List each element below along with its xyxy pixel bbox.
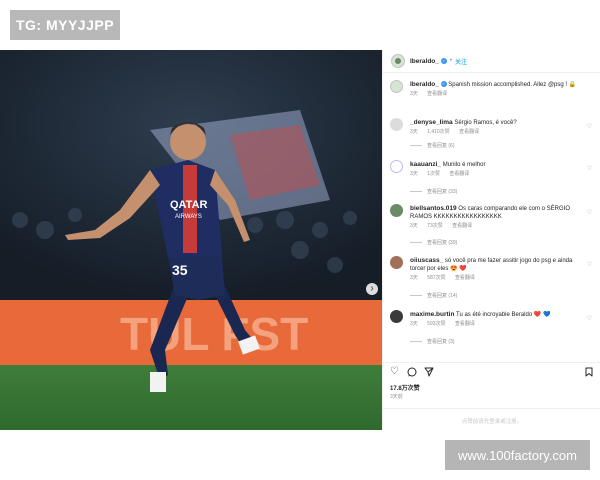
comment-time: 3天 [410,171,418,177]
post-date: 3天前 [390,394,403,400]
watermark-top: TG: MYYJJPP [10,10,120,40]
view-replies-link[interactable]: 查看回复 (6) [410,142,455,149]
comment-likes[interactable]: 593次赞 [427,321,445,327]
caption-time: 3天 [410,91,418,97]
post-actions-bar: ♡ [383,362,600,378]
watermark-bottom: www.100factory.com [445,440,590,470]
comment-text: Munilo é melhor [442,162,486,168]
translate-link[interactable]: 查看翻译 [427,91,447,97]
translate-link[interactable]: 查看翻译 [455,275,475,281]
comment-likes[interactable]: 1,410次赞 [427,129,450,135]
avatar[interactable] [390,80,403,93]
translate-link[interactable]: 查看翻译 [455,321,475,327]
comment-time: 3天 [410,321,418,327]
comment-likes[interactable]: 1次赞 [427,171,440,177]
author-avatar[interactable] [391,54,405,68]
heart-icon[interactable]: ♡ [587,165,592,172]
heart-icon[interactable]: ♡ [587,315,592,322]
heart-icon[interactable]: ♡ [587,261,592,268]
comment-avatar[interactable] [390,256,403,269]
view-replies-link[interactable]: 查看回复 (14) [410,292,457,299]
comment-username[interactable]: maxime.burtin [410,311,454,318]
comment-username[interactable]: oiiuscass_ [410,257,443,264]
view-replies-link[interactable]: 查看回复 (39) [410,239,457,246]
caption-text: Spanish mission accomplished. Allez @psg… [448,82,577,88]
comment-likes[interactable]: 73次赞 [427,223,443,229]
heart-icon[interactable]: ♡ [587,123,592,130]
comment-avatar[interactable] [390,310,403,323]
ad-board-text: TUL FST [120,308,308,360]
comment-time: 3天 [410,223,418,229]
separator-dot: • [449,58,453,64]
login-prompt[interactable]: 点赞前请先登录或注册。 [383,408,600,425]
comment-text: Tu as été incroyable Beraldo ❤️ 💙 [456,312,551,318]
comment-time: 3天 [410,275,418,281]
comment-icon[interactable] [407,367,417,380]
comment-avatar[interactable] [390,204,403,217]
comments-list[interactable]: lberaldo_ ✓ Spanish mission accomplished… [383,74,600,356]
view-replies-link[interactable]: 查看回复 (33) [410,188,457,195]
bookmark-icon[interactable] [585,367,593,380]
sponsor-line2: AIRWAYS [175,214,202,220]
football-player-image: TUL FST QATAR AIRWAYS 35 [0,50,382,430]
post-photo[interactable]: TUL FST QATAR AIRWAYS 35 › [0,50,382,430]
comment-username[interactable]: _denyse_lima [410,119,453,126]
translate-link[interactable]: 查看翻译 [459,129,479,135]
heart-icon[interactable]: ♡ [587,209,592,216]
translate-link[interactable]: 查看翻译 [452,223,472,229]
likes-count[interactable]: 17.8万次赞 [390,383,420,392]
sponsor-line1: QATAR [170,199,208,211]
view-replies-link[interactable]: 查看回复 (3) [410,338,455,345]
caption-username[interactable]: lberaldo_ [410,81,439,88]
heart-icon[interactable]: ♡ [390,367,399,377]
author-username[interactable]: lberaldo_ [410,58,439,65]
chevron-right-icon[interactable]: › [366,283,378,295]
comment-username[interactable]: kaauanzi_ [410,161,441,168]
comment-username[interactable]: biellsantos.019 [410,205,457,212]
shorts-number: 35 [172,262,188,278]
translate-link[interactable]: 查看翻译 [449,171,469,177]
comment-avatar[interactable] [390,118,403,131]
post-side-panel: lberaldo_ ✓ • 关注 lberaldo_ ✓ Spanish mis… [382,50,600,430]
comment-likes[interactable]: 587次赞 [427,275,445,281]
comment-avatar[interactable] [390,160,403,173]
follow-button[interactable]: 关注 [455,57,467,66]
verified-icon: ✓ [440,58,447,64]
send-icon[interactable] [424,367,434,380]
comment-time: 3天 [410,129,418,135]
verified-icon: ✓ [440,81,447,88]
comment-text: Sérgio Ramos, é você? [454,120,517,126]
post-header: lberaldo_ ✓ • 关注 [383,50,600,73]
